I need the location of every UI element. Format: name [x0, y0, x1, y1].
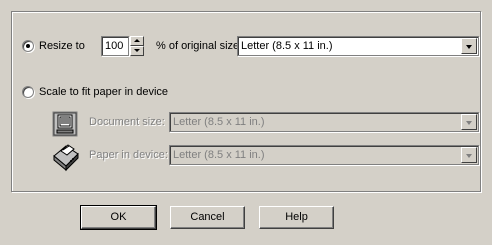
paper-in-device-value: Letter (8.5 x 11 in.) [173, 149, 265, 161]
percent-of-original-label: % of original size [156, 40, 240, 52]
document-size-label: Document size: [89, 116, 165, 128]
stepper-down-button[interactable] [130, 46, 144, 56]
resize-label[interactable]: Resize to [39, 40, 85, 53]
paper-size-value: Letter (8.5 x 11 in.) [241, 40, 333, 52]
cancel-button[interactable]: Cancel [170, 206, 245, 229]
paper-in-device-dropdown[interactable]: Letter (8.5 x 11 in.) [169, 145, 479, 165]
chevron-down-icon [466, 154, 472, 158]
paper-size-dropdown[interactable]: Letter (8.5 x 11 in.) [237, 36, 479, 56]
paper-size-dropdown-button[interactable] [461, 38, 477, 54]
arrow-down-icon [134, 49, 140, 52]
stepper-up-button[interactable] [130, 36, 144, 46]
scale-to-fit-radio[interactable] [22, 86, 34, 98]
paper-in-device-label: Paper in device: [89, 149, 168, 161]
scale-to-fit-label[interactable]: Scale to fit paper in device [39, 86, 168, 99]
chevron-down-icon [466, 45, 472, 49]
document-size-dropdown-button[interactable] [461, 114, 477, 130]
help-button[interactable]: Help [259, 206, 334, 229]
document-size-value: Letter (8.5 x 11 in.) [173, 116, 265, 128]
resize-percent-stepper[interactable] [130, 36, 144, 56]
resize-radio[interactable] [22, 40, 34, 52]
ok-button[interactable]: OK [80, 205, 157, 230]
paper-in-device-dropdown-button[interactable] [461, 147, 477, 163]
arrow-up-icon [134, 39, 140, 42]
resize-percent-input[interactable]: 100 [101, 36, 129, 56]
chevron-down-icon [466, 121, 472, 125]
printer-icon [50, 140, 82, 172]
document-size-dropdown[interactable]: Letter (8.5 x 11 in.) [169, 112, 479, 132]
monitor-document-icon [52, 111, 78, 137]
